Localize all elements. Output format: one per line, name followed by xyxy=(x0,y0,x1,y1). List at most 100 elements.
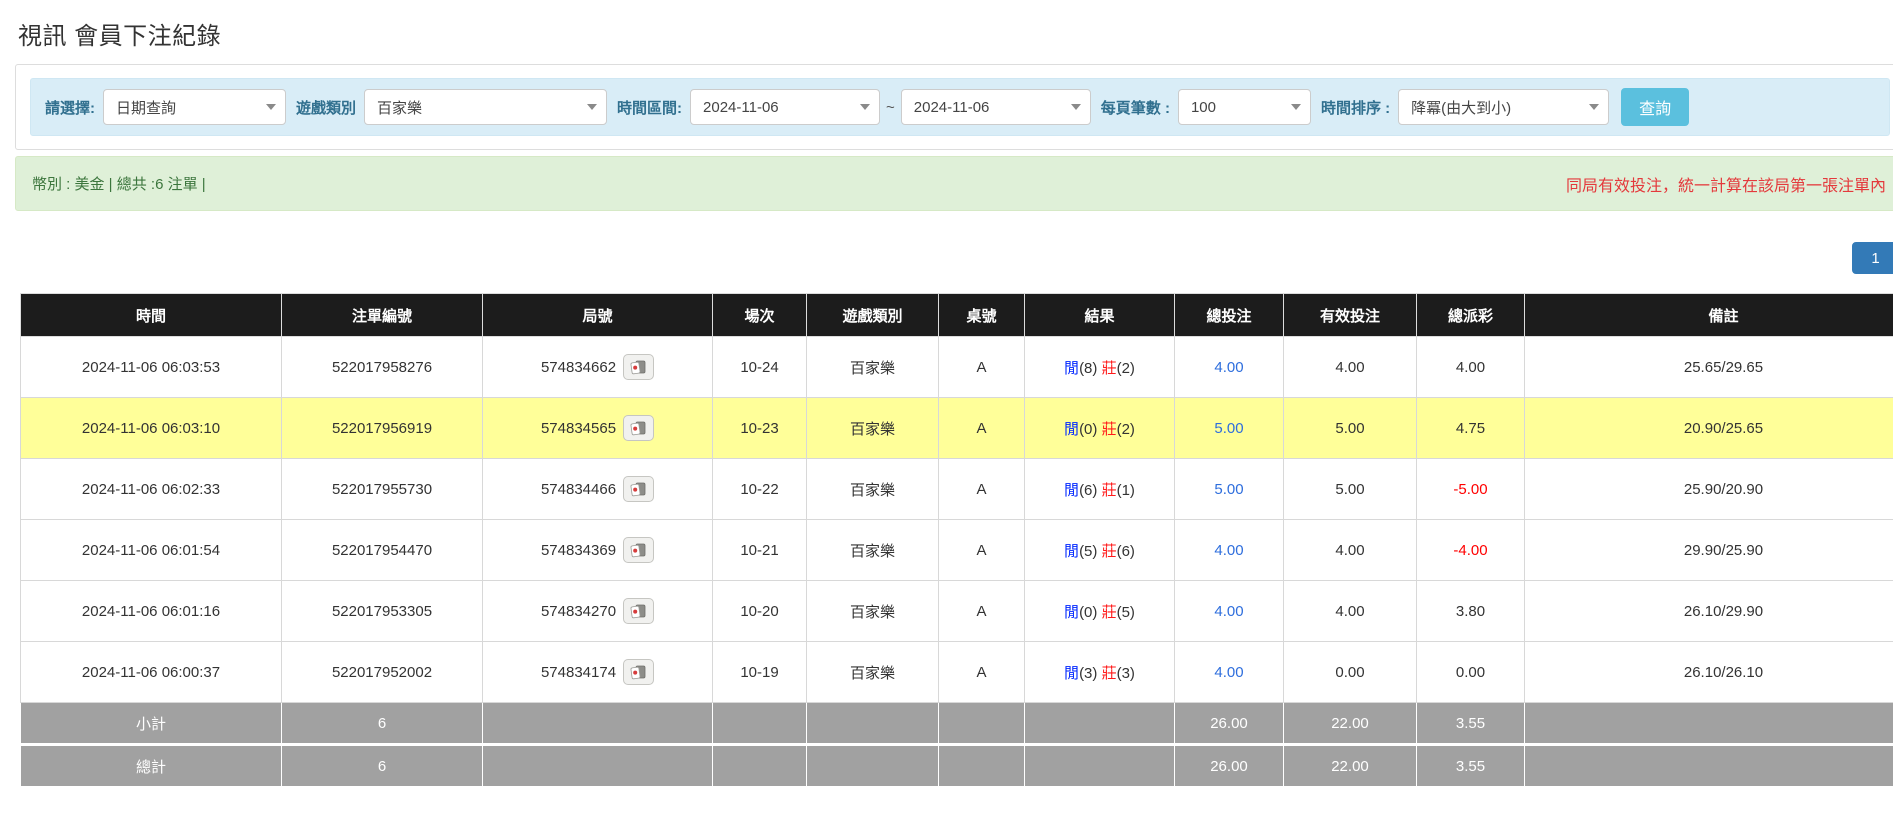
total-payout-cell: -5.00 xyxy=(1417,459,1525,520)
header-round-id: 局號 xyxy=(483,294,713,337)
subtotal-total-bet: 26.00 xyxy=(1175,703,1284,745)
total-bet-link[interactable]: 5.00 xyxy=(1214,481,1243,498)
round-id-cell: 574834662 xyxy=(483,337,713,398)
chevron-down-icon xyxy=(1589,104,1599,110)
valid-bet-cell: 5.00 xyxy=(1284,398,1417,459)
table-no-cell: A xyxy=(939,459,1025,520)
total-bet-link[interactable]: 4.00 xyxy=(1214,603,1243,620)
game-type-cell: 百家樂 xyxy=(807,581,939,642)
view-game-result-icon[interactable] xyxy=(623,476,654,502)
total-payout-cell: 4.00 xyxy=(1417,337,1525,398)
banker-label: 莊 xyxy=(1102,543,1117,560)
result-cell: 閒(0) 莊(5) xyxy=(1025,581,1175,642)
total-bet-cell: 4.00 xyxy=(1175,520,1284,581)
table-row[interactable]: 2024-11-06 06:00:37 522017952002 5748341… xyxy=(21,642,1893,703)
total-total-bet: 26.00 xyxy=(1175,745,1284,787)
banker-label: 莊 xyxy=(1102,482,1117,499)
total-bet-link[interactable]: 4.00 xyxy=(1214,664,1243,681)
total-bet-link[interactable]: 4.00 xyxy=(1214,542,1243,559)
total-total-payout: 3.55 xyxy=(1417,745,1525,787)
time-sort-value: 降冪(由大到小) xyxy=(1411,97,1511,118)
time-range-label: 時間區間: xyxy=(617,97,682,118)
result-cell: 閒(8) 莊(2) xyxy=(1025,337,1175,398)
game-type-value: 百家樂 xyxy=(377,97,422,118)
view-game-result-icon[interactable] xyxy=(623,537,654,563)
game-type-cell: 百家樂 xyxy=(807,642,939,703)
subtotal-total-payout: 3.55 xyxy=(1417,703,1525,745)
banker-label: 莊 xyxy=(1102,360,1117,377)
player-label: 閒 xyxy=(1064,665,1079,682)
total-bet-cell: 5.00 xyxy=(1175,459,1284,520)
session-cell: 10-24 xyxy=(713,337,807,398)
time-cell: 2024-11-06 06:02:33 xyxy=(21,459,282,520)
currency-total-text: 幣別 : 美金 | 總共 :6 注單 | xyxy=(32,173,206,194)
round-id-cell: 574834466 xyxy=(483,459,713,520)
header-table-no: 桌號 xyxy=(939,294,1025,337)
filter-bar: 請選擇: 日期查詢 遊戲類別 百家樂 時間區間: 2024-11-06 ~ 20… xyxy=(30,78,1890,136)
table-row[interactable]: 2024-11-06 06:02:33 522017955730 5748344… xyxy=(21,459,1893,520)
table-no-cell: A xyxy=(939,642,1025,703)
page-size-value: 100 xyxy=(1191,99,1216,116)
view-game-result-icon[interactable] xyxy=(623,415,654,441)
round-id-cell: 574834270 xyxy=(483,581,713,642)
time-sort-select[interactable]: 降冪(由大到小) xyxy=(1398,89,1609,125)
header-remark: 備註 xyxy=(1525,294,1893,337)
banker-label: 莊 xyxy=(1102,604,1117,621)
table-no-cell: A xyxy=(939,581,1025,642)
date-to-value: 2024-11-06 xyxy=(914,99,990,116)
table-row[interactable]: 2024-11-06 06:03:10 522017956919 5748345… xyxy=(21,398,1893,459)
page-size-select[interactable]: 100 xyxy=(1178,89,1311,125)
session-cell: 10-23 xyxy=(713,398,807,459)
header-game-type: 遊戲類別 xyxy=(807,294,939,337)
query-mode-value: 日期查詢 xyxy=(116,97,176,118)
result-cell: 閒(3) 莊(3) xyxy=(1025,642,1175,703)
player-label: 閒 xyxy=(1064,604,1079,621)
valid-bet-cell: 4.00 xyxy=(1284,337,1417,398)
total-bet-link[interactable]: 5.00 xyxy=(1214,420,1243,437)
remark-cell: 25.65/29.65 xyxy=(1525,337,1893,398)
banker-label: 莊 xyxy=(1102,665,1117,682)
chevron-down-icon xyxy=(1071,104,1081,110)
view-game-result-icon[interactable] xyxy=(623,659,654,685)
page-1-button[interactable]: 1 xyxy=(1852,242,1893,274)
header-total-bet: 總投注 xyxy=(1175,294,1284,337)
header-result: 結果 xyxy=(1025,294,1175,337)
valid-bet-note: 同局有效投注，統一計算在該局第一張注單內 xyxy=(1566,172,1888,196)
chevron-down-icon xyxy=(587,104,597,110)
view-game-result-icon[interactable] xyxy=(623,354,654,380)
game-type-cell: 百家樂 xyxy=(807,520,939,581)
remark-cell: 20.90/25.65 xyxy=(1525,398,1893,459)
bet-id-cell: 522017956919 xyxy=(282,398,483,459)
game-type-select[interactable]: 百家樂 xyxy=(364,89,607,125)
view-game-result-icon[interactable] xyxy=(623,598,654,624)
remark-cell: 26.10/29.90 xyxy=(1525,581,1893,642)
remark-cell: 25.90/20.90 xyxy=(1525,459,1893,520)
remark-cell: 29.90/25.90 xyxy=(1525,520,1893,581)
query-mode-select[interactable]: 日期查詢 xyxy=(103,89,286,125)
date-from-select[interactable]: 2024-11-06 xyxy=(690,89,880,125)
search-button[interactable]: 查詢 xyxy=(1621,88,1689,126)
round-id-cell: 574834369 xyxy=(483,520,713,581)
session-cell: 10-19 xyxy=(713,642,807,703)
table-row[interactable]: 2024-11-06 06:03:53 522017958276 5748346… xyxy=(21,337,1893,398)
bet-records-table: 時間 注單編號 局號 場次 遊戲類別 桌號 結果 總投注 有效投注 總派彩 備註… xyxy=(20,293,1893,787)
round-id-cell: 574834565 xyxy=(483,398,713,459)
subtotal-valid-bet: 22.00 xyxy=(1284,703,1417,745)
table-no-cell: A xyxy=(939,398,1025,459)
result-cell: 閒(5) 莊(6) xyxy=(1025,520,1175,581)
date-to-select[interactable]: 2024-11-06 xyxy=(901,89,1091,125)
table-row[interactable]: 2024-11-06 06:01:16 522017953305 5748342… xyxy=(21,581,1893,642)
subtotal-row: 小計 6 26.00 22.00 3.55 xyxy=(21,703,1893,745)
time-sort-label: 時間排序 : xyxy=(1321,97,1390,118)
total-bet-cell: 4.00 xyxy=(1175,337,1284,398)
game-type-cell: 百家樂 xyxy=(807,398,939,459)
table-no-cell: A xyxy=(939,337,1025,398)
table-no-cell: A xyxy=(939,520,1025,581)
table-row[interactable]: 2024-11-06 06:01:54 522017954470 5748343… xyxy=(21,520,1893,581)
bet-id-cell: 522017953305 xyxy=(282,581,483,642)
valid-bet-cell: 0.00 xyxy=(1284,642,1417,703)
page-size-label: 每頁筆數 : xyxy=(1101,97,1170,118)
header-total-payout: 總派彩 xyxy=(1417,294,1525,337)
chevron-down-icon xyxy=(860,104,870,110)
total-bet-link[interactable]: 4.00 xyxy=(1214,359,1243,376)
